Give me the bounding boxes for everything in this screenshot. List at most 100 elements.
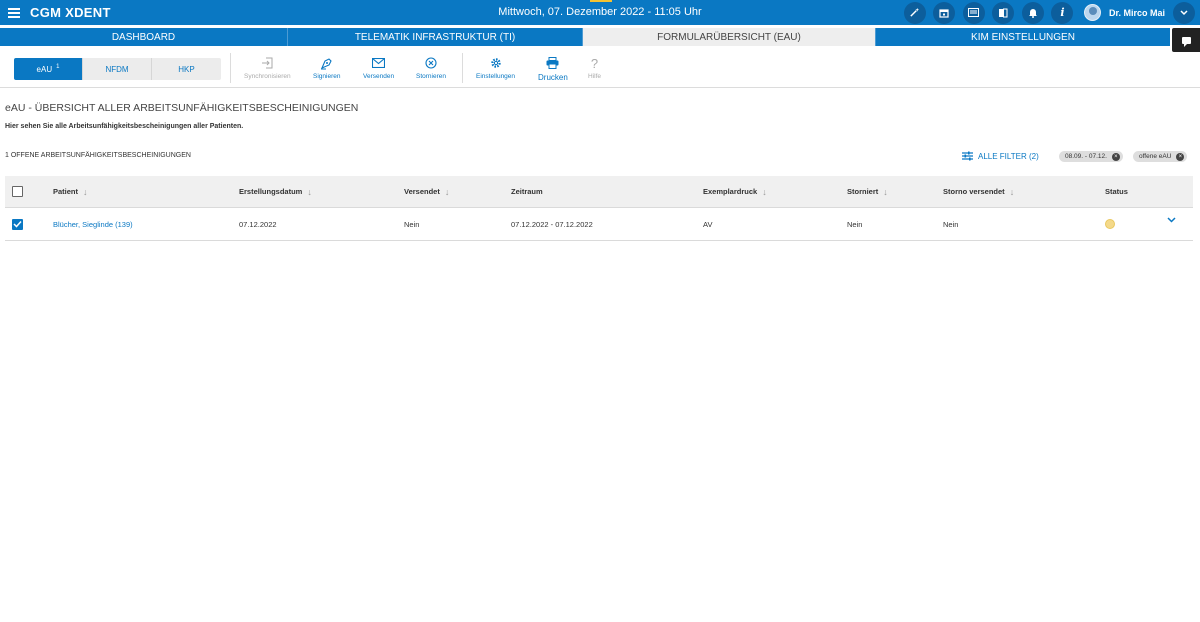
toolbar-divider [462,53,463,83]
expand-row-chevron-icon[interactable] [1167,204,1176,236]
eau-table: Patient ↓ Erstellungsdatum ↓ Versendet ↓ Ze… [5,176,1193,241]
sign-label: Signieren [313,73,341,80]
column-label: Patient [53,187,79,196]
main-nav-tabs: DASHBOARD TELEMATIK INFRASTRUKTUR (TI) F… [0,28,1170,46]
column-label: Exemplardruck [703,187,758,196]
user-menu[interactable]: Dr. Mirco Mai [1083,1,1200,24]
segment-eau-badge: 1 [56,64,60,70]
sign-button[interactable]: Signieren [313,56,340,80]
column-label: Versendet [404,187,440,196]
print-button[interactable]: Drucken [538,56,568,82]
status-indicator [1105,208,1115,240]
user-name: Dr. Mirco Mai [1108,7,1165,18]
status-dot [1105,219,1115,229]
calendar-icon[interactable] [933,1,956,24]
filter-chip-date: 08.09. - 07.12. × [1059,151,1123,162]
tab-telematik[interactable]: TELEMATIK INFRASTRUKTUR (TI) [288,28,583,46]
open-count-label: 1 OFFENE ARBEITSUNFÄHIGKEITSBESCHEINIGUN… [5,152,191,159]
segment-eau-label: eAU [36,64,53,74]
column-header-sent[interactable]: Versendet ↓ [404,176,449,207]
filter-chip-date-label: 08.09. - 07.12. [1065,153,1107,160]
toolbar-divider [230,53,231,83]
print-label: Drucken [538,73,568,82]
filter-chip-open-eau: offene eAU × [1133,151,1188,162]
select-all-checkbox[interactable] [12,176,23,207]
cancel-button[interactable]: Stornieren [416,56,446,80]
column-header-created[interactable]: Erstellungsdatum ↓ [239,176,312,207]
close-icon[interactable]: × [1111,152,1120,161]
column-header-cancelled[interactable]: Storniert ↓ [847,176,888,207]
sort-arrow-icon: ↓ [1009,186,1015,197]
top-bar: CGM XDENT Mittwoch, 07. Dezember 2022 - … [0,0,1200,25]
sync-icon [261,56,273,70]
send-button[interactable]: Versenden [363,56,394,80]
tab-kim-einstellungen[interactable]: KIM EINSTELLUNGEN [876,28,1170,46]
page-subtitle: Hier sehen Sie alle Arbeitsunfähigkeitsb… [5,123,244,130]
column-label: Erstellungsdatum [239,187,303,196]
help-button[interactable]: ? Hilfe [588,55,602,81]
form-type-switch: eAU 1 NFDM HKP [14,58,221,80]
column-label: Storno versendet [943,187,1005,196]
question-icon: ? [590,55,599,71]
column-label: Zeitraum [511,187,543,196]
created-date: 07.12.2022 [239,219,277,229]
tab-dashboard[interactable]: DASHBOARD [0,28,288,46]
column-label: Storniert [847,187,879,196]
toolbar: eAU 1 NFDM HKP Synchronisieren Signieren … [0,46,1200,88]
bell-icon[interactable] [1021,1,1044,24]
segment-hkp[interactable]: HKP [152,58,221,80]
printer-icon [546,56,559,70]
close-icon[interactable]: × [1176,152,1185,161]
column-header-patient[interactable]: Patient ↓ [53,176,88,207]
book-icon[interactable] [992,1,1015,24]
datetime-marker [590,0,612,2]
column-header-copy[interactable]: Exemplardruck ↓ [703,176,767,207]
info-icon[interactable]: i [1051,1,1074,24]
help-label: Hilfe [588,73,602,80]
column-label: Status [1105,187,1128,196]
app-title: CGM XDENT [30,5,111,20]
sort-arrow-icon: ↓ [883,186,888,197]
settings-label: Einstellungen [476,73,516,80]
table-row[interactable]: Blücher, Sieglinde (139) 07.12.2022 Nein… [5,208,1193,241]
all-filters-label: ALLE FILTER (2) [978,151,1039,161]
period-value: 07.12.2022 - 07.12.2022 [511,219,593,229]
cancel-label: Stornieren [416,73,446,80]
chevron-down-icon[interactable] [1173,1,1195,24]
check-icon [12,218,23,230]
pen-nib-icon [320,56,333,70]
tab-formularuebersicht[interactable]: FORMULARÜBERSICHT (EAU) [583,28,876,46]
filter-sliders-icon [962,151,973,161]
card-reader-icon[interactable] [962,1,985,24]
page-title: eAU - ÜBERSICHT ALLER ARBEITSUNFÄHIGKEIT… [5,102,359,114]
sync-button[interactable]: Synchronisieren [244,56,291,80]
top-icons: i Dr. Mirco Mai [903,0,1200,25]
sync-label: Synchronisieren [244,73,291,80]
settings-button[interactable]: Einstellungen [476,56,515,80]
column-header-period: Zeitraum [511,176,543,207]
gear-icon [490,56,502,70]
row-checkbox[interactable] [12,208,23,240]
filter-chip-open-eau-label: offene eAU [1139,153,1172,160]
column-header-status: Status [1105,176,1128,207]
sort-arrow-icon: ↓ [307,186,312,197]
table-header: Patient ↓ Erstellungsdatum ↓ Versendet ↓ Ze… [5,176,1193,208]
sort-arrow-icon: ↓ [762,186,767,197]
cancel-circle-icon [425,56,437,70]
cancel-sent-value: Nein [943,219,959,229]
send-label: Versenden [363,73,395,80]
hamburger-menu-icon[interactable] [0,0,28,25]
segment-nfdm[interactable]: NFDM [83,58,152,80]
sort-arrow-icon: ↓ [83,186,88,197]
avatar [1083,4,1101,21]
copy-value: AV [703,219,713,229]
segment-eau[interactable]: eAU 1 [14,58,83,80]
all-filters-button[interactable]: ALLE FILTER (2) [962,151,1039,161]
sent-value: Nein [404,219,420,229]
mail-icon [372,56,386,70]
column-header-cancel-sent[interactable]: Storno versendet ↓ [943,176,1014,207]
magic-wand-icon[interactable] [903,1,926,24]
cancelled-value: Nein [847,219,863,229]
patient-link[interactable]: Blücher, Sieglinde (139) [53,208,133,240]
sort-arrow-icon: ↓ [444,186,450,197]
